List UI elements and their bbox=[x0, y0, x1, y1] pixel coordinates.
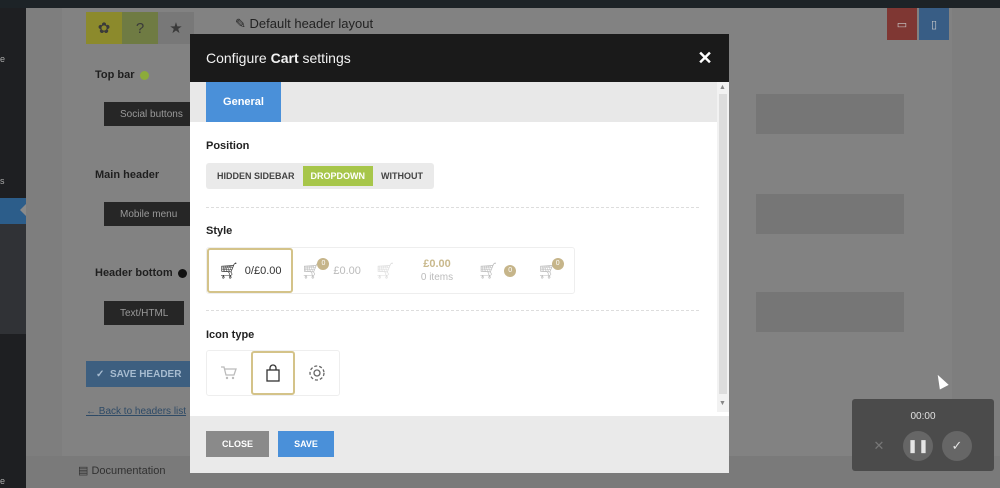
count-badge: 0 bbox=[317, 257, 330, 270]
icon-type-cart-option[interactable] bbox=[207, 351, 251, 395]
check-icon[interactable]: ✓ bbox=[942, 431, 972, 461]
style-option-badge-price[interactable]: 🛒︎ 0 £0.00 bbox=[293, 248, 369, 293]
scroll-thumb[interactable] bbox=[719, 94, 727, 394]
settings-icon[interactable]: ✿ bbox=[86, 12, 122, 44]
cart-price: £0.00 bbox=[423, 257, 451, 270]
documentation-link[interactable]: ▤ Documentation bbox=[78, 464, 165, 477]
header-bottom-row bbox=[756, 292, 904, 332]
pencil-icon: ✎ bbox=[235, 16, 246, 31]
icon-type-bag-option[interactable] bbox=[251, 351, 295, 395]
count-badge: 0 bbox=[551, 257, 564, 270]
screen-recorder-widget: 00:00 ✕ ❚❚ ✓ bbox=[852, 399, 994, 471]
header-bottom-label: Header bottom bbox=[95, 267, 187, 279]
text-html-element[interactable]: Text/HTML bbox=[104, 301, 185, 325]
style-selector: 🛒︎ 0 / £0.00 🛒︎ 0 £0.00 🛒︎ £0.00 0 items… bbox=[206, 247, 575, 294]
cart-icon bbox=[221, 366, 237, 380]
style-option-badge-right[interactable]: 🛒︎ 0 bbox=[467, 248, 527, 293]
discard-icon[interactable]: ✕ bbox=[864, 431, 894, 461]
main-header-row bbox=[756, 194, 904, 234]
style-option-badge-top[interactable]: 🛒︎ 0 bbox=[527, 248, 574, 293]
icon-type-selector bbox=[206, 350, 340, 396]
top-bar-row bbox=[756, 94, 904, 134]
check-icon: ✓ bbox=[96, 368, 110, 380]
sidebar-item-label[interactable]: s bbox=[0, 176, 5, 186]
back-to-headers-link[interactable]: ← Back to headers list bbox=[86, 406, 186, 417]
social-buttons-element[interactable]: Social buttons bbox=[104, 102, 199, 126]
pause-icon[interactable]: ❚❚ bbox=[903, 431, 933, 461]
mobile-menu-element[interactable]: Mobile menu bbox=[104, 202, 194, 226]
save-button[interactable]: SAVE bbox=[278, 431, 334, 457]
divider bbox=[206, 310, 699, 311]
star-icon[interactable]: ★ bbox=[158, 12, 194, 44]
cart-items: 0 items bbox=[420, 272, 454, 284]
header-layout-title[interactable]: ✎ Default header layout bbox=[235, 16, 373, 32]
position-selector: HIDDEN SIDEBAR DROPDOWN WITHOUT bbox=[206, 163, 435, 189]
cart-settings-modal: Configure Cart settings ✕ General ▲ ▼ Po… bbox=[190, 34, 729, 473]
cart-icon: 🛒︎ bbox=[374, 262, 396, 280]
document-icon: ▤ bbox=[78, 465, 92, 477]
position-dropdown-option[interactable]: DROPDOWN bbox=[302, 166, 374, 186]
scroll-down-icon[interactable]: ▼ bbox=[719, 400, 726, 407]
scroll-up-icon[interactable]: ▲ bbox=[719, 84, 726, 91]
modal-footer: CLOSE SAVE bbox=[190, 416, 729, 473]
count-badge: 0 bbox=[504, 264, 517, 277]
close-icon[interactable]: ✕ bbox=[681, 34, 729, 82]
cart-icon: 🛒︎ bbox=[218, 262, 239, 280]
icon-type-custom-option[interactable] bbox=[295, 351, 339, 395]
modal-header: Configure Cart settings ✕ bbox=[190, 34, 729, 82]
top-bar-label: Top bar bbox=[95, 69, 149, 81]
wp-admin-sidebar: e s e bbox=[0, 8, 26, 488]
status-dot bbox=[177, 268, 187, 278]
position-without-option[interactable]: WITHOUT bbox=[373, 166, 431, 186]
main-header-label: Main header bbox=[95, 169, 160, 181]
icon-type-label: Icon type bbox=[206, 329, 255, 341]
position-hidden-sidebar-option[interactable]: HIDDEN SIDEBAR bbox=[209, 166, 303, 186]
shopping-bag-icon bbox=[266, 364, 280, 382]
wp-admin-top-bar bbox=[0, 0, 1000, 8]
gear-icon bbox=[309, 365, 325, 381]
style-label: Style bbox=[206, 225, 233, 237]
save-header-button[interactable]: ✓ SAVE HEADER bbox=[86, 361, 196, 387]
style-option-icon-only[interactable]: 🛒︎ bbox=[369, 248, 407, 293]
close-button[interactable]: CLOSE bbox=[206, 431, 269, 457]
desktop-icon[interactable]: ▭ bbox=[887, 8, 917, 40]
sidebar-item-label[interactable]: e bbox=[0, 54, 5, 64]
recording-timer: 00:00 bbox=[910, 411, 936, 422]
help-icon[interactable]: ? bbox=[122, 12, 158, 44]
style-option-count-price[interactable]: 🛒︎ 0 / £0.00 bbox=[207, 248, 293, 293]
status-dot bbox=[139, 70, 149, 80]
position-label: Position bbox=[206, 140, 250, 152]
mobile-icon[interactable]: ▯ bbox=[919, 8, 949, 40]
tab-general[interactable]: General bbox=[206, 82, 281, 122]
divider bbox=[206, 207, 699, 208]
sidebar-item-label[interactable]: e bbox=[0, 476, 5, 486]
modal-scrollbar[interactable]: ▲ ▼ bbox=[717, 82, 729, 412]
cart-icon: 🛒︎ bbox=[477, 262, 499, 280]
style-option-price-items[interactable]: £0.00 0 items bbox=[407, 248, 467, 293]
modal-title: Configure Cart settings bbox=[206, 50, 351, 66]
